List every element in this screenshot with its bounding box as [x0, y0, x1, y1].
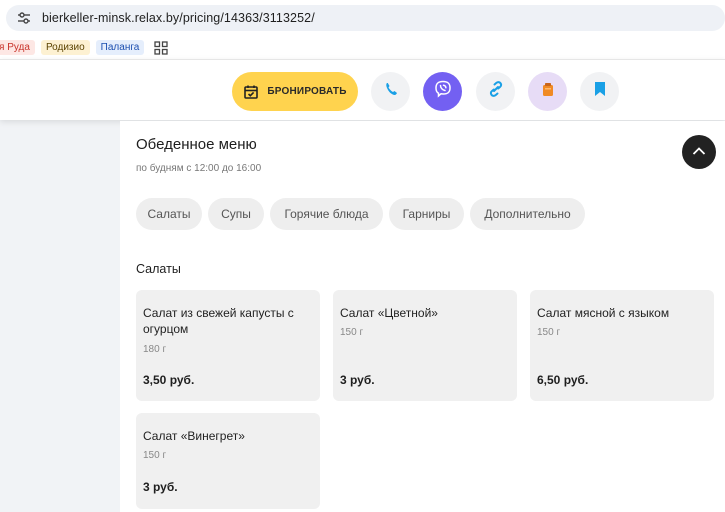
dish-price: 3 руб. [340, 373, 375, 387]
menu-subtitle: по будням с 12:00 до 16:00 [136, 163, 262, 174]
viber-button[interactable] [423, 72, 462, 111]
dish-price: 6,50 руб. [537, 373, 589, 387]
bookmark-icon [593, 81, 607, 102]
url-text[interactable]: bierkeller-minsk.relax.by/pricing/14363/… [42, 11, 315, 25]
dish-card[interactable]: Салат из свежей капусты с огурцом 180 г … [136, 290, 320, 401]
bookmark-button[interactable] [580, 72, 619, 111]
dish-price: 3 руб. [143, 480, 178, 494]
dish-weight: 150 г [340, 327, 364, 338]
url-field[interactable]: bierkeller-minsk.relax.by/pricing/14363/… [6, 5, 725, 31]
dish-weight: 180 г [143, 344, 167, 355]
category-chip-extra[interactable]: Дополнительно [470, 198, 585, 230]
category-chip-hot-dishes[interactable]: Горячие блюда [270, 198, 383, 230]
category-chip-soups[interactable]: Супы [208, 198, 264, 230]
menu-card: Обеденное меню по будням с 12:00 до 16:0… [120, 121, 725, 512]
dish-name: Салат мясной с языком [537, 306, 670, 320]
section-title: Салаты [136, 262, 181, 276]
link-button[interactable] [476, 72, 515, 111]
bookmark-item[interactable]: я Руда [0, 40, 35, 55]
book-button[interactable]: БРОНИРОВАТЬ [232, 72, 358, 111]
scroll-up-button[interactable] [682, 135, 716, 169]
dish-card[interactable]: Салат «Цветной» 150 г 3 руб. [333, 290, 517, 401]
apps-grid-icon[interactable] [154, 40, 168, 55]
dish-price: 3,50 руб. [143, 373, 195, 387]
viber-icon [433, 79, 453, 104]
site-header: БРОНИРОВАТЬ [0, 59, 725, 120]
chevron-up-icon [692, 143, 706, 161]
category-chip-sides[interactable]: Гарниры [389, 198, 464, 230]
calendar-icon [243, 84, 259, 100]
menu-title: Обеденное меню [136, 136, 257, 153]
dish-name: Салат «Цветной» [340, 306, 438, 320]
bag-icon [539, 80, 557, 103]
dish-name: Салат из свежей капусты с огурцом [143, 306, 294, 336]
browser-address-bar: bierkeller-minsk.relax.by/pricing/14363/… [0, 0, 725, 36]
dish-weight: 150 г [537, 327, 561, 338]
phone-icon [383, 81, 399, 102]
bookmark-item[interactable]: Родизио [40, 40, 90, 55]
book-button-label: БРОНИРОВАТЬ [267, 86, 347, 97]
bookmarks-bar: я Руда Родизио Паланга [0, 36, 725, 59]
dish-card[interactable]: Салат мясной с языком 150 г 6,50 руб. [530, 290, 714, 401]
phone-button[interactable] [371, 72, 410, 111]
dish-card[interactable]: Салат «Винегрет» 150 г 3 руб. [136, 413, 320, 509]
category-chip-salads[interactable]: Салаты [136, 198, 202, 230]
bag-button[interactable] [528, 72, 567, 111]
dish-weight: 150 г [143, 450, 167, 461]
dish-name: Салат «Винегрет» [143, 429, 245, 443]
site-settings-icon[interactable] [15, 9, 33, 27]
bookmark-item[interactable]: Паланга [95, 40, 145, 55]
link-icon [487, 80, 505, 103]
